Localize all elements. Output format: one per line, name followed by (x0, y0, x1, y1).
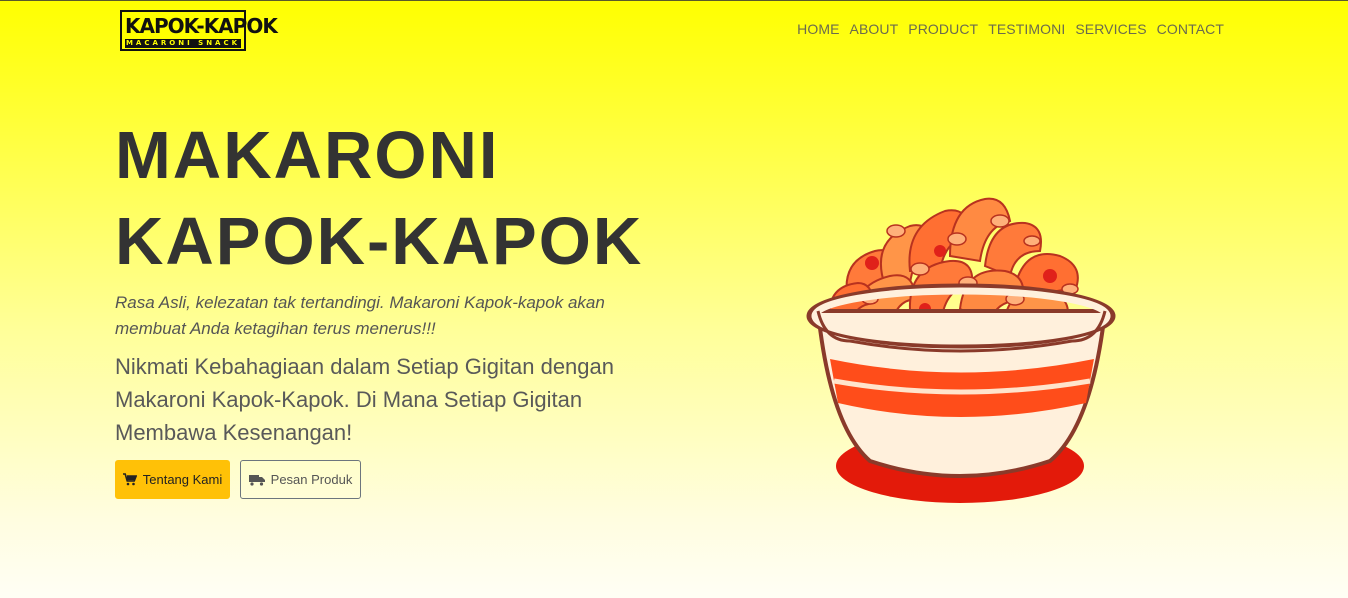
nav-link-about[interactable]: ABOUT (850, 21, 899, 37)
nav-link-home[interactable]: HOME (797, 21, 839, 37)
nav-item-contact: CONTACT (1157, 21, 1224, 39)
logo-subtext: MACARONI SNACK (125, 39, 241, 48)
nav-link-testimoni[interactable]: TESTIMONI (988, 21, 1065, 37)
macaroni-bowl-illustration (800, 191, 1120, 511)
nav-link-product[interactable]: PRODUCT (908, 21, 978, 37)
main-nav: HOME ABOUT PRODUCT TESTIMONI SERVICES CO… (797, 21, 1224, 39)
nav-item-testimoni: TESTIMONI (988, 21, 1065, 39)
nav-item-services: SERVICES (1075, 21, 1146, 39)
order-product-button-label: Pesan Produk (270, 472, 353, 487)
order-product-button[interactable]: Pesan Produk (240, 460, 361, 499)
nav-link-services[interactable]: SERVICES (1075, 21, 1146, 37)
about-us-button[interactable]: Tentang Kami (115, 460, 230, 499)
nav-item-home: HOME (797, 21, 839, 39)
hero-title-line1: MAKARONI (115, 118, 500, 193)
nav-item-about: ABOUT (850, 21, 899, 39)
nav-link-contact[interactable]: CONTACT (1157, 21, 1224, 37)
cart-icon (122, 473, 137, 486)
logo-text: KAPOK-KAPOK (125, 14, 278, 38)
navbar: KAPOK-KAPOK MACARONI SNACK HOME ABOUT PR… (0, 1, 1348, 59)
hero-lead: Nikmati Kebahagiaan dalam Setiap Gigitan… (115, 354, 614, 445)
hero-subtitle: Rasa Asli, kelezatan tak tertandingi. Ma… (115, 293, 605, 338)
hero-title-line2: KAPOK-KAPOK (115, 204, 644, 279)
hero-title: MAKARONI KAPOK-KAPOK (115, 113, 715, 285)
brand-logo[interactable]: KAPOK-KAPOK MACARONI SNACK (120, 10, 278, 51)
about-us-button-label: Tentang Kami (142, 472, 223, 487)
nav-item-product: PRODUCT (908, 21, 978, 39)
truck-icon (248, 474, 265, 486)
